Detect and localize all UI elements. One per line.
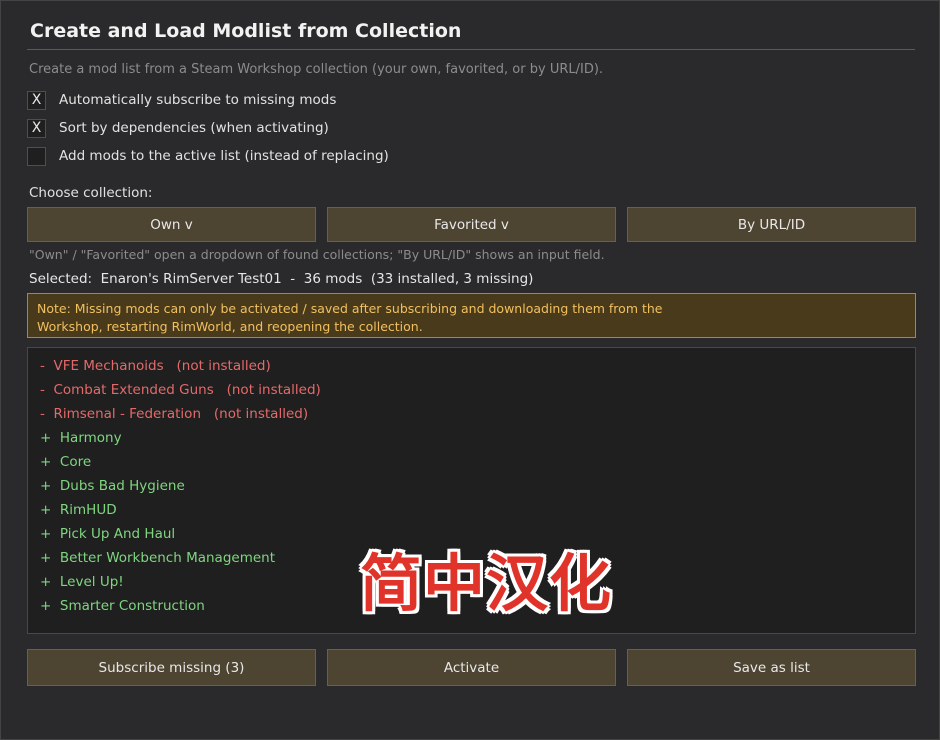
auto-subscribe-checkbox[interactable]: X xyxy=(27,90,46,110)
save-as-list-button[interactable]: Save as list xyxy=(627,649,916,686)
dialog-title: Create and Load Modlist from Collection xyxy=(30,20,462,42)
list-item: - VFE Mechanoids (not installed) xyxy=(40,358,271,374)
localization-watermark: 简中汉化 xyxy=(360,547,613,620)
add-to-active-label: Add mods to the active list (instead of … xyxy=(59,148,389,164)
list-item: - Rimsenal - Federation (not installed) xyxy=(40,406,309,422)
subscribe-missing-button[interactable]: Subscribe missing (3) xyxy=(27,649,316,686)
choose-collection-label: Choose collection: xyxy=(29,185,153,201)
list-item: + Smarter Construction xyxy=(40,598,205,614)
option-add-to-active[interactable]: Add mods to the active list (instead of … xyxy=(27,146,389,166)
list-item: + RimHUD xyxy=(40,502,117,518)
collection-hint: "Own" / "Favorited" open a dropdown of f… xyxy=(29,247,605,262)
title-divider xyxy=(27,49,915,50)
note-line-1: Note: Missing mods can only be activated… xyxy=(37,301,663,316)
option-sort-dependencies[interactable]: X Sort by dependencies (when activating) xyxy=(27,118,329,138)
list-item: + Level Up! xyxy=(40,574,124,590)
missing-mods-note: Note: Missing mods can only be activated… xyxy=(27,293,916,338)
list-item: + Harmony xyxy=(40,430,122,446)
option-auto-subscribe[interactable]: X Automatically subscribe to missing mod… xyxy=(27,90,336,110)
note-line-2: Workshop, restarting RimWorld, and reope… xyxy=(37,319,423,334)
by-url-button[interactable]: By URL/ID xyxy=(627,207,916,242)
sort-dependencies-checkbox[interactable]: X xyxy=(27,118,46,138)
collection-dialog: Create and Load Modlist from Collection … xyxy=(0,0,940,740)
sort-dependencies-label: Sort by dependencies (when activating) xyxy=(59,120,329,136)
dialog-subtitle: Create a mod list from a Steam Workshop … xyxy=(29,62,604,77)
list-item: - Combat Extended Guns (not installed) xyxy=(40,382,321,398)
list-item: + Pick Up And Haul xyxy=(40,526,176,542)
list-item: + Better Workbench Management xyxy=(40,550,276,566)
own-dropdown-button[interactable]: Own v xyxy=(27,207,316,242)
add-to-active-checkbox[interactable] xyxy=(27,146,46,166)
auto-subscribe-label: Automatically subscribe to missing mods xyxy=(59,92,337,108)
selected-collection: Selected: Enaron's RimServer Test01 - 36… xyxy=(29,271,534,287)
list-item: + Core xyxy=(40,454,92,470)
favorited-dropdown-button[interactable]: Favorited v xyxy=(327,207,616,242)
activate-button[interactable]: Activate xyxy=(327,649,616,686)
list-item: + Dubs Bad Hygiene xyxy=(40,478,185,494)
